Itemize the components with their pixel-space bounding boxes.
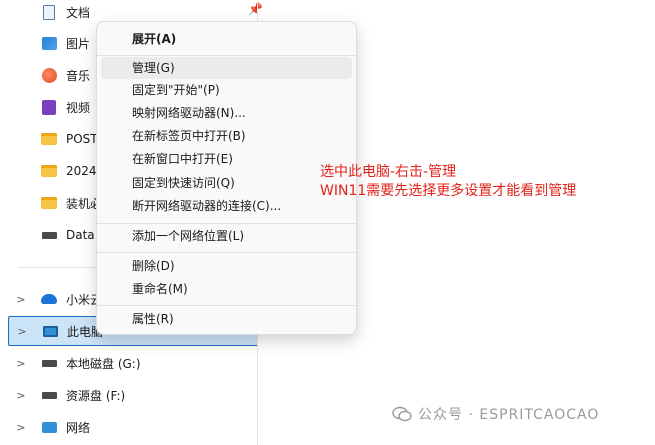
nav-item-label: 资源盘 (F:) bbox=[66, 388, 126, 403]
nav-item-local-disk-g[interactable]: > 本地磁盘 (G:) bbox=[8, 348, 258, 378]
menu-item-pin-to-start[interactable]: 固定到"开始"(P) bbox=[101, 79, 352, 101]
menu-separator bbox=[97, 55, 356, 56]
chevron-right-icon[interactable]: > bbox=[8, 421, 34, 434]
nav-item-label: 音乐 bbox=[66, 68, 91, 83]
menu-item-open-new-tab[interactable]: 在新标签页中打开(B) bbox=[101, 125, 352, 147]
nav-item-label: POST bbox=[66, 132, 98, 146]
pin-icon[interactable]: 📌 bbox=[248, 2, 263, 16]
watermark-text: 公众号 · ESPRITCAOCAO bbox=[418, 407, 600, 423]
nav-item-resource-disk-f[interactable]: > 资源盘 (F:) bbox=[8, 380, 258, 410]
menu-item-delete[interactable]: 删除(D) bbox=[101, 255, 352, 277]
wechat-icon bbox=[392, 406, 412, 422]
context-menu: 展开(A) 管理(G) 固定到"开始"(P) 映射网络驱动器(N)... 在新标… bbox=[96, 21, 357, 335]
annotation-line-2: WIN11需要先选择更多设置才能看到管理 bbox=[320, 183, 577, 199]
drive-icon bbox=[40, 387, 58, 403]
menu-separator bbox=[97, 223, 356, 224]
menu-item-add-network-location[interactable]: 添加一个网络位置(L) bbox=[101, 225, 352, 247]
cloud-icon bbox=[40, 291, 58, 307]
watermark: 公众号 · ESPRITCAOCAO bbox=[392, 404, 599, 424]
nav-item-label: 视频 bbox=[66, 100, 91, 115]
network-icon bbox=[40, 419, 58, 435]
pictures-icon bbox=[40, 35, 58, 51]
nav-item-label: 文档 bbox=[66, 5, 91, 20]
nav-item-label: 本地磁盘 (G:) bbox=[66, 356, 141, 371]
menu-item-map-network-drive[interactable]: 映射网络驱动器(N)... bbox=[101, 102, 352, 124]
videos-icon bbox=[40, 99, 58, 115]
nav-item-network[interactable]: > 网络 bbox=[8, 412, 258, 442]
menu-item-expand[interactable]: 展开(A) bbox=[101, 28, 352, 50]
drive-icon bbox=[40, 227, 58, 243]
menu-item-manage[interactable]: 管理(G) bbox=[101, 57, 352, 79]
menu-item-open-new-window[interactable]: 在新窗口中打开(E) bbox=[101, 148, 352, 170]
menu-separator bbox=[97, 252, 356, 253]
menu-item-pin-quick-access[interactable]: 固定到快速访问(Q) bbox=[101, 172, 352, 194]
nav-item-label: 网络 bbox=[66, 420, 91, 435]
folder-icon bbox=[40, 163, 58, 179]
chevron-right-icon[interactable]: > bbox=[8, 293, 34, 306]
menu-item-rename[interactable]: 重命名(M) bbox=[101, 278, 352, 300]
chevron-right-icon[interactable]: > bbox=[9, 325, 35, 338]
chevron-right-icon[interactable]: > bbox=[8, 357, 34, 370]
chevron-right-icon[interactable]: > bbox=[8, 389, 34, 402]
this-pc-icon bbox=[41, 323, 59, 339]
nav-item-label: 图片 bbox=[66, 36, 91, 51]
menu-item-disconnect-network-drive[interactable]: 断开网络驱动器的连接(C)... bbox=[101, 195, 352, 217]
drive-icon bbox=[40, 355, 58, 371]
document-icon bbox=[40, 4, 58, 20]
folder-icon bbox=[40, 195, 58, 211]
menu-item-properties[interactable]: 属性(R) bbox=[101, 308, 352, 330]
annotation-line-1: 选中此电脑-右击-管理 bbox=[320, 164, 457, 180]
music-icon bbox=[40, 67, 58, 83]
folder-icon bbox=[40, 131, 58, 147]
menu-separator bbox=[97, 305, 356, 306]
